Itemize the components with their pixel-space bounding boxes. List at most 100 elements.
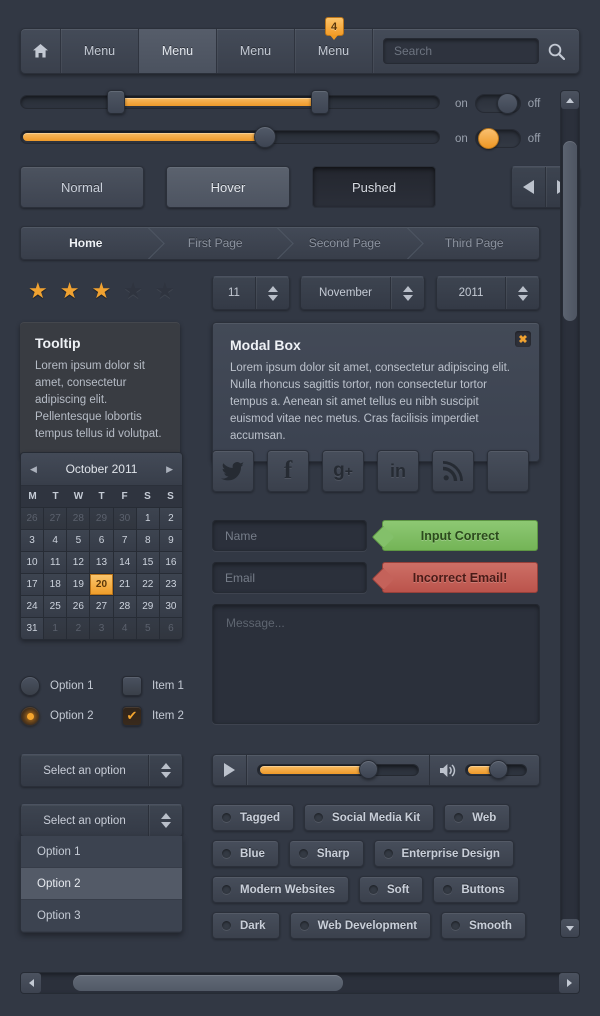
checkbox-icon[interactable] [122,676,142,696]
tag-button[interactable]: Sharp [288,840,364,867]
calendar-day-selected[interactable]: 20 [90,574,113,595]
search-icon[interactable] [539,43,573,60]
nav-home-button[interactable] [21,29,61,73]
play-button[interactable] [213,755,247,785]
calendar-day[interactable]: 23 [159,574,182,595]
volume-handle[interactable] [489,760,508,779]
calendar-day[interactable]: 24 [21,596,44,617]
nav-item-menu-1[interactable]: Menu [61,29,139,73]
volume-slider[interactable] [465,760,527,779]
tag-button[interactable]: Web Development [289,912,432,939]
calendar-day[interactable]: 12 [67,552,90,573]
calendar-day[interactable]: 15 [136,552,159,573]
calendar-day[interactable]: 30 [159,596,182,617]
breadcrumb-item-home[interactable]: Home [21,227,151,259]
star-icon-1[interactable]: ★ [28,278,48,304]
tag-button[interactable]: Social Media Kit [304,804,435,831]
toggle-switch-off[interactable] [474,93,521,114]
dropdown-option-3[interactable]: Option 3 [21,900,182,932]
select-arrows[interactable] [149,805,182,836]
calendar-day[interactable]: 28 [113,596,136,617]
radio-option-2[interactable]: Option 2 [20,706,93,726]
chevron-right-icon[interactable]: ▶ [166,464,173,475]
tag-button[interactable]: Buttons [433,876,519,903]
breadcrumb-item-second[interactable]: Second Page [280,227,410,259]
select-arrows[interactable] [149,755,182,786]
calendar-day[interactable]: 25 [44,596,67,617]
star-icon-4[interactable]: ★ [123,278,143,304]
facebook-icon[interactable]: f [267,450,309,492]
calendar-day[interactable]: 8 [136,530,159,551]
calendar-day[interactable]: 10 [21,552,44,573]
calendar-day[interactable]: 2 [67,618,90,639]
tag-button[interactable]: Modern Websites [212,876,349,903]
tag-button[interactable]: Smooth [441,912,526,939]
name-field[interactable]: Name [212,520,367,551]
calendar-day[interactable]: 19 [67,574,90,595]
tag-button[interactable]: Enterprise Design [373,840,514,867]
checkmark-icon[interactable]: ✔ [122,706,142,726]
email-field[interactable]: Email [212,562,367,593]
calendar-day[interactable]: 14 [113,552,136,573]
google-plus-icon[interactable]: g + [322,450,364,492]
checkbox-item-1[interactable]: Item 1 [122,676,184,696]
calendar-day[interactable]: 21 [113,574,136,595]
calendar-day[interactable]: 6 [159,618,182,639]
nav-item-menu-2[interactable]: Menu [139,29,217,73]
scroll-up-button[interactable] [561,91,579,109]
blank-icon[interactable] [487,450,529,492]
calendar-day[interactable]: 4 [113,618,136,639]
message-field[interactable]: Message... [212,604,540,724]
dropdown-option-1[interactable]: Option 1 [21,836,182,868]
scroll-right-button[interactable] [559,973,579,993]
chevron-left-icon[interactable]: ◀ [30,464,37,475]
calendar-day[interactable]: 9 [159,530,182,551]
vertical-scrollbar[interactable] [560,90,580,938]
toggle-switch-on[interactable] [474,128,521,149]
calendar-day[interactable]: 6 [90,530,113,551]
star-icon-3[interactable]: ★ [91,278,111,304]
calendar-day[interactable]: 22 [136,574,159,595]
calendar-day[interactable]: 30 [113,508,136,529]
breadcrumb-item-first[interactable]: First Page [151,227,281,259]
calendar-day[interactable]: 16 [159,552,182,573]
star-icon-5[interactable]: ★ [155,278,175,304]
nav-item-menu-3[interactable]: Menu [217,29,295,73]
checkbox-item-2[interactable]: ✔ Item 2 [122,706,184,726]
calendar-day[interactable]: 26 [67,596,90,617]
seek-bar[interactable] [257,760,419,779]
calendar-day[interactable]: 27 [44,508,67,529]
calendar-day[interactable]: 27 [90,596,113,617]
tag-button[interactable]: Dark [212,912,280,939]
year-spinner-arrows[interactable] [506,277,539,309]
dropdown-option-2[interactable]: Option 2 [21,868,182,900]
pushed-button[interactable]: Pushed [312,166,436,208]
calendar-day[interactable]: 1 [136,508,159,529]
calendar-day[interactable]: 29 [136,596,159,617]
normal-button[interactable]: Normal [20,166,144,208]
nav-item-menu-4[interactable]: Menu 4 [295,17,373,73]
horizontal-scrollbar-thumb[interactable] [73,975,343,991]
volume-icon[interactable] [440,763,458,778]
linkedin-icon[interactable]: in [377,450,419,492]
calendar-day[interactable]: 5 [136,618,159,639]
select-open[interactable]: Select an option [20,804,183,837]
calendar-day[interactable]: 31 [21,618,44,639]
radio-option-1[interactable]: Option 1 [20,676,93,696]
calendar-day[interactable]: 5 [67,530,90,551]
select-closed[interactable]: Select an option [20,754,183,787]
calendar-day[interactable]: 11 [44,552,67,573]
calendar-day[interactable]: 7 [113,530,136,551]
calendar-day[interactable]: 29 [90,508,113,529]
radio-icon[interactable] [20,676,40,696]
seek-handle[interactable] [359,760,378,779]
scroll-left-button[interactable] [21,973,41,993]
search-input[interactable]: Search [383,38,539,64]
star-rating[interactable]: ★ ★ ★ ★ ★ [28,278,175,304]
rss-icon[interactable] [432,450,474,492]
breadcrumb-item-third[interactable]: Third Page [410,227,540,259]
month-spinner-arrows[interactable] [391,277,424,309]
tag-button[interactable]: Tagged [212,804,295,831]
hover-button[interactable]: Hover [166,166,290,208]
pager-prev-button[interactable] [512,167,546,207]
